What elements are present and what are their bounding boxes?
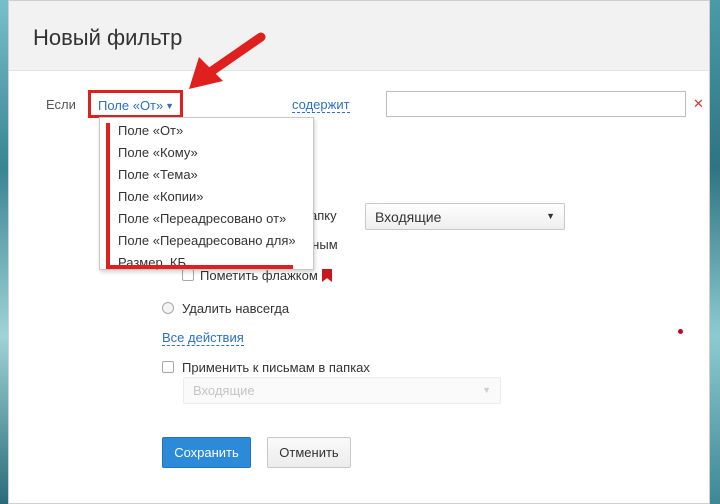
chevron-down-icon: ▼	[546, 211, 555, 221]
background-right	[710, 0, 720, 504]
background-left	[0, 0, 8, 504]
apply-folder-select-value: Входящие	[193, 383, 255, 398]
apply-to-folders-label: Применить к письмам в папках	[182, 360, 370, 375]
operator-contains-link[interactable]: содержит	[292, 98, 350, 113]
red-dot-marker	[678, 329, 683, 334]
all-actions-link[interactable]: Все действия	[162, 331, 244, 346]
red-arrow-icon	[189, 32, 266, 89]
save-button[interactable]: Сохранить	[162, 437, 251, 468]
apply-to-folders-checkbox[interactable]	[162, 361, 174, 373]
apply-folder-select: Входящие ▼	[183, 377, 501, 404]
folder-select-value: Входящие	[375, 209, 442, 225]
folder-select[interactable]: Входящие ▼	[365, 203, 565, 230]
condition-value-input[interactable]	[386, 91, 686, 117]
if-label: Если	[46, 97, 76, 112]
chevron-down-icon: ▼	[482, 385, 491, 395]
field-select[interactable]: Поле «От» ▼	[88, 90, 183, 118]
dialog-header: Новый фильтр	[9, 1, 709, 71]
close-icon[interactable]: ✕	[693, 97, 704, 111]
field-select-value: Поле «От»	[98, 98, 164, 113]
chevron-down-icon: ▼	[165, 101, 174, 111]
annotation-bracket	[106, 123, 293, 269]
flag-icon	[322, 269, 332, 282]
cancel-button[interactable]: Отменить	[267, 437, 351, 468]
dialog-title: Новый фильтр	[33, 25, 183, 50]
delete-forever-radio[interactable]	[162, 302, 174, 314]
delete-forever-label: Удалить навсегда	[182, 301, 290, 316]
new-filter-dialog: Новый фильтр Если Поле «От» ▼ содержит ✕…	[8, 0, 710, 504]
